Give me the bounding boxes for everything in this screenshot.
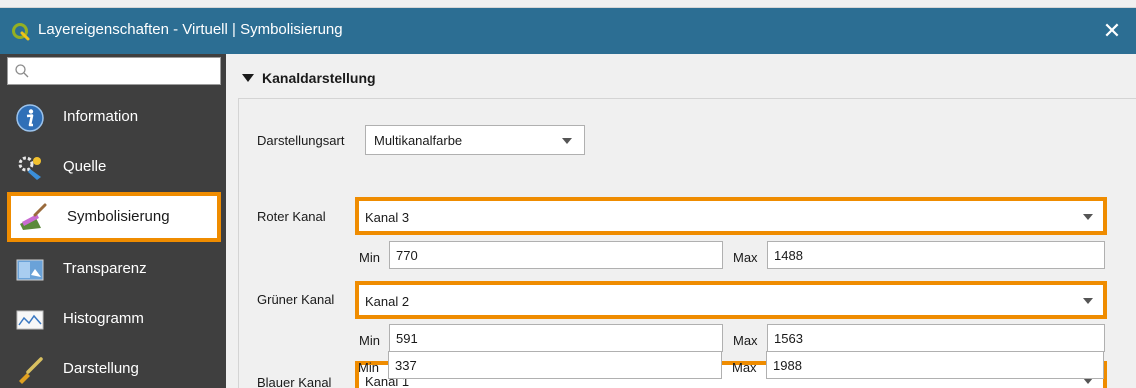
- sidebar-item-information[interactable]: Information: [7, 94, 221, 142]
- render-type-value: Multikanalfarbe: [374, 133, 463, 148]
- sidebar-item-label: Histogramm: [63, 310, 144, 327]
- qgis-logo-icon: [12, 23, 30, 41]
- search-input[interactable]: [7, 57, 221, 85]
- min-label: Min: [359, 250, 380, 265]
- green-max-input[interactable]: 1563: [767, 324, 1105, 352]
- sidebar-item-quelle[interactable]: Quelle: [7, 144, 221, 192]
- render-type-dropdown[interactable]: Multikanalfarbe: [365, 125, 585, 155]
- blue-min-input[interactable]: 337: [388, 351, 722, 379]
- window-title: Layereigenschaften - Virtuell | Symbolis…: [38, 21, 343, 38]
- rendering-icon: [19, 357, 43, 384]
- sidebar-item-histogramm[interactable]: Histogramm: [7, 296, 221, 344]
- blue-max-input[interactable]: 1988: [766, 351, 1104, 379]
- sidebar-item-label: Symbolisierung: [67, 208, 170, 225]
- min-label: Min: [359, 333, 380, 348]
- chevron-down-icon: [562, 138, 572, 144]
- red-band-label: Roter Kanal: [257, 209, 326, 224]
- max-label: Max: [732, 360, 757, 375]
- sidebar-item-label: Darstellung: [63, 360, 139, 377]
- green-band-dropdown[interactable]: Kanal 2: [355, 281, 1107, 319]
- max-label: Max: [733, 333, 758, 348]
- red-band-dropdown[interactable]: Kanal 3: [355, 197, 1107, 235]
- sidebar-item-transparenz[interactable]: Transparenz: [7, 246, 221, 294]
- chevron-down-icon: [1083, 214, 1093, 220]
- red-max-input[interactable]: 1488: [767, 241, 1105, 269]
- blue-band-label: Blauer Kanal: [257, 375, 332, 388]
- transparency-icon: [16, 259, 44, 281]
- green-min-input[interactable]: 591: [389, 324, 723, 352]
- info-icon: [16, 104, 44, 132]
- green-band-label: Grüner Kanal: [257, 292, 335, 307]
- section-header[interactable]: Kanaldarstellung: [242, 70, 376, 86]
- source-icon: [18, 156, 41, 180]
- histogram-icon: [16, 310, 44, 330]
- min-label: Min: [358, 360, 379, 375]
- band-rendering-group: Darstellungsart Multikanalfarbe Roter Ka…: [238, 98, 1136, 388]
- main-panel: Kanaldarstellung Darstellungsart Multika…: [226, 54, 1136, 388]
- red-band-value: Kanal 3: [365, 210, 410, 225]
- paintbrush-icon: [20, 203, 47, 230]
- title-bar: Layereigenschaften - Virtuell | Symbolis…: [0, 8, 1136, 54]
- close-icon[interactable]: ✕: [1098, 16, 1126, 46]
- chevron-down-icon: [1083, 298, 1093, 304]
- background-window-strip: [0, 0, 1136, 8]
- sidebar-item-label: Quelle: [63, 158, 107, 175]
- max-label: Max: [733, 250, 758, 265]
- sidebar-item-symbolisierung[interactable]: Symbolisierung: [7, 192, 221, 242]
- sidebar-item-label: Information: [63, 108, 139, 125]
- collapse-triangle-icon: [242, 74, 254, 82]
- section-title: Kanaldarstellung: [262, 70, 376, 86]
- red-min-input[interactable]: 770: [389, 241, 723, 269]
- search-icon: [15, 64, 29, 78]
- sidebar-item-label: Transparenz: [63, 260, 147, 277]
- sidebar-item-darstellung[interactable]: Darstellung: [7, 346, 221, 388]
- green-band-value: Kanal 2: [365, 294, 410, 309]
- render-type-label: Darstellungsart: [257, 133, 345, 148]
- sidebar: Information Quelle Symbolisierung Transp…: [0, 54, 226, 388]
